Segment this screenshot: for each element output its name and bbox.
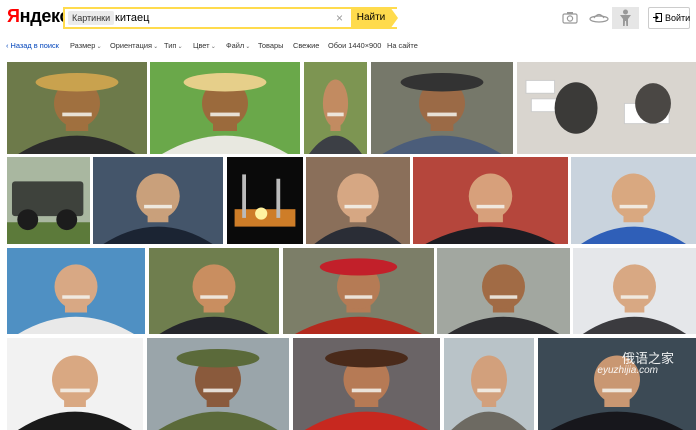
image-result-thumbnail[interactable] bbox=[147, 338, 289, 430]
chevron-down-icon: ⌄ bbox=[96, 44, 102, 50]
filter-color[interactable]: Цвет⌄ bbox=[193, 41, 216, 50]
image-result-thumbnail[interactable] bbox=[150, 62, 300, 154]
filter-goods[interactable]: Товары bbox=[258, 41, 283, 50]
filter-file-label: Файл bbox=[226, 41, 245, 50]
ufo-icon[interactable] bbox=[589, 11, 609, 24]
thumbnail-image bbox=[7, 62, 147, 154]
filter-color-label: Цвет bbox=[193, 41, 210, 50]
find-button[interactable]: Найти bbox=[351, 7, 391, 29]
image-result-thumbnail[interactable] bbox=[306, 157, 410, 244]
thumbnail-image bbox=[283, 248, 434, 334]
thumbnail-image bbox=[517, 62, 696, 154]
thumbnail-image bbox=[437, 248, 570, 334]
search-tag-images[interactable]: Картинки bbox=[68, 11, 115, 25]
door-icon bbox=[653, 13, 662, 22]
filter-on-site[interactable]: На сайте bbox=[387, 41, 418, 50]
image-result-thumbnail[interactable] bbox=[571, 157, 696, 244]
image-result-thumbnail[interactable] bbox=[227, 157, 303, 244]
clear-icon[interactable]: × bbox=[336, 12, 343, 24]
filter-wallpaper[interactable]: Обои 1440×900 bbox=[328, 41, 381, 50]
thumbnail-image bbox=[413, 157, 568, 244]
filter-orientation[interactable]: Ориентация⌄ bbox=[110, 41, 158, 50]
thumbnail-image bbox=[293, 338, 440, 430]
image-result-thumbnail[interactable] bbox=[437, 248, 570, 334]
image-result-thumbnail[interactable] bbox=[517, 62, 696, 154]
image-result-thumbnail[interactable] bbox=[283, 248, 434, 334]
header: Яндекс Картинки × Найти Войти bbox=[0, 0, 696, 36]
thumbnail-image bbox=[444, 338, 534, 430]
chevron-down-icon: ⌄ bbox=[177, 44, 183, 50]
logo-rest: ндекс bbox=[19, 6, 70, 26]
person-icon bbox=[620, 9, 631, 26]
back-to-search-link[interactable]: ‹ Назад в поиск bbox=[6, 41, 59, 50]
filter-orientation-label: Ориентация bbox=[110, 41, 152, 50]
image-result-thumbnail[interactable] bbox=[7, 157, 90, 244]
thumbnail-image bbox=[304, 62, 367, 154]
thumbnail-image bbox=[571, 157, 696, 244]
filter-bar: ‹ Назад в поиск Размер⌄ Ориентация⌄ Тип⌄… bbox=[0, 37, 696, 54]
image-result-thumbnail[interactable] bbox=[413, 157, 568, 244]
thumbnail-image bbox=[7, 157, 90, 244]
thumbnail-image bbox=[93, 157, 223, 244]
thumbnail-image bbox=[150, 62, 300, 154]
search-box[interactable]: Картинки × bbox=[63, 7, 397, 29]
filter-fresh[interactable]: Свежие bbox=[293, 41, 319, 50]
chevron-down-icon: ⌄ bbox=[245, 44, 251, 50]
find-button-arrow bbox=[390, 7, 398, 29]
image-result-thumbnail[interactable] bbox=[7, 62, 147, 154]
image-result-thumbnail[interactable] bbox=[149, 248, 279, 334]
filter-size[interactable]: Размер⌄ bbox=[70, 41, 101, 50]
filter-size-label: Размер bbox=[70, 41, 96, 50]
thumbnail-image bbox=[371, 62, 513, 154]
thumbnail-image bbox=[306, 157, 410, 244]
filter-file[interactable]: Файл⌄ bbox=[226, 41, 250, 50]
image-result-thumbnail[interactable] bbox=[293, 338, 440, 430]
image-result-thumbnail[interactable] bbox=[371, 62, 513, 154]
search-input[interactable] bbox=[115, 9, 330, 27]
thumbnail-image bbox=[7, 338, 143, 430]
thumbnail-image bbox=[7, 248, 145, 334]
login-button[interactable]: Войти bbox=[648, 7, 690, 29]
thumbnail-image bbox=[147, 338, 289, 430]
thumbnail-image bbox=[573, 248, 696, 334]
watermark-url: eyuzhijia.com bbox=[597, 365, 658, 376]
filter-type-label: Тип bbox=[164, 41, 177, 50]
image-result-thumbnail[interactable] bbox=[304, 62, 367, 154]
thumbnail-image bbox=[149, 248, 279, 334]
logo-letter: Я bbox=[7, 6, 20, 26]
image-result-thumbnail[interactable] bbox=[7, 248, 145, 334]
filter-type[interactable]: Тип⌄ bbox=[164, 41, 182, 50]
yandex-logo[interactable]: Яндекс bbox=[7, 6, 70, 27]
image-result-thumbnail[interactable] bbox=[444, 338, 534, 430]
camera-icon[interactable] bbox=[562, 11, 578, 24]
image-result-thumbnail[interactable] bbox=[573, 248, 696, 334]
login-label: Войти bbox=[665, 13, 691, 23]
image-result-thumbnail[interactable] bbox=[93, 157, 223, 244]
person-button[interactable] bbox=[612, 7, 639, 29]
image-result-thumbnail[interactable] bbox=[7, 338, 143, 430]
chevron-down-icon: ⌄ bbox=[210, 44, 216, 50]
thumbnail-image bbox=[227, 157, 303, 244]
chevron-down-icon: ⌄ bbox=[152, 44, 158, 50]
